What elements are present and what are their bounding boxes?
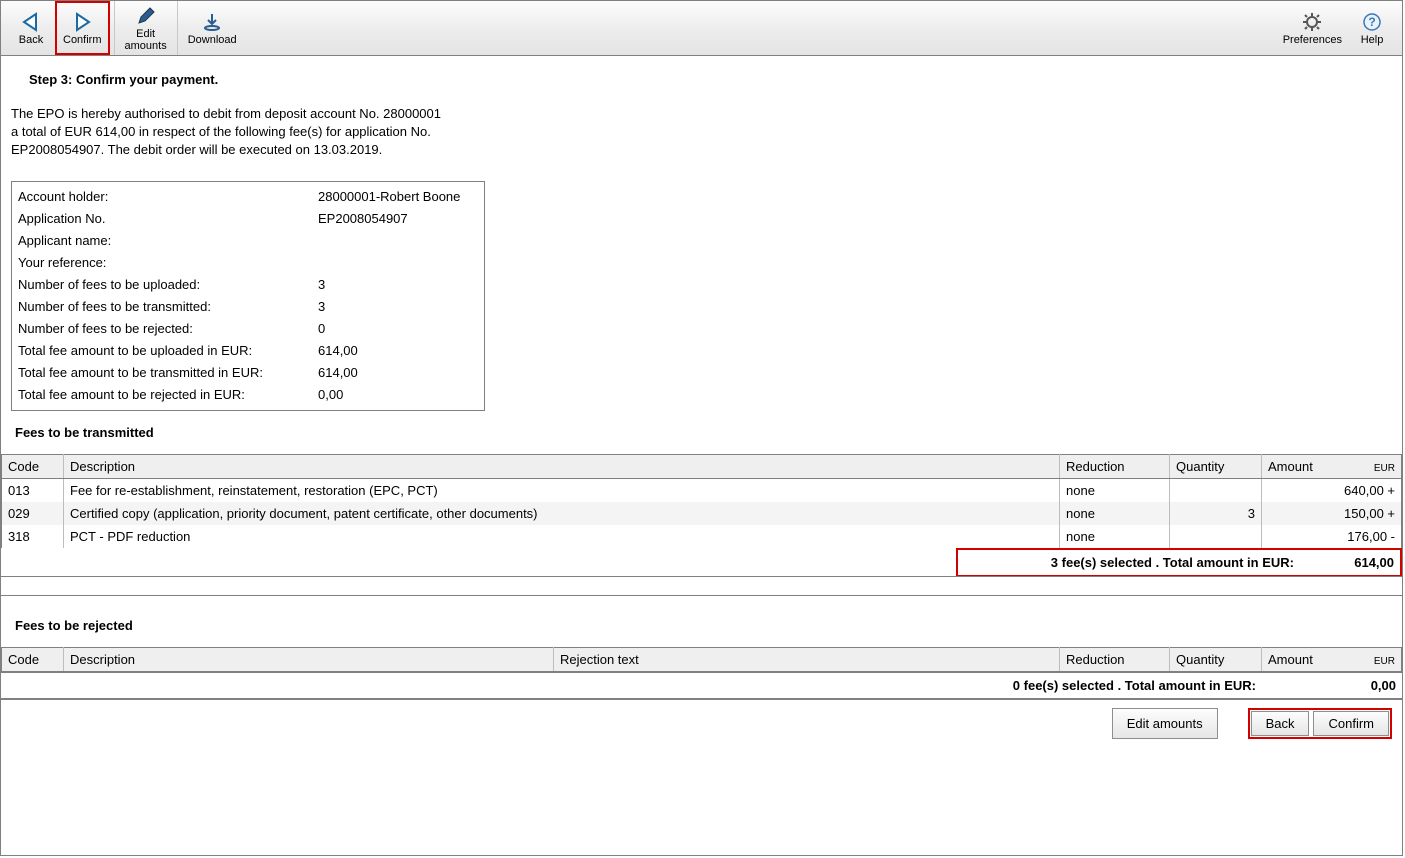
- cell-amount: 640,00 +: [1262, 479, 1402, 503]
- cell-code: 013: [2, 479, 64, 503]
- transmit-title: Fees to be transmitted: [15, 425, 1392, 440]
- help-icon: ?: [1362, 11, 1382, 33]
- download-button[interactable]: Download: [182, 1, 243, 55]
- detail-key: Applicant name:: [18, 230, 318, 252]
- col-amount: Amount EUR: [1262, 648, 1402, 672]
- cell-reduction: none: [1060, 525, 1170, 548]
- confirm-label: Confirm: [63, 34, 102, 46]
- cell-qty: 3: [1170, 502, 1262, 525]
- reject-total-label: 0 fee(s) selected . Total amount in EUR:: [7, 678, 1316, 693]
- col-amount: Amount EUR: [1262, 455, 1402, 479]
- col-reduction: Reduction: [1060, 455, 1170, 479]
- cell-reduction: none: [1060, 479, 1170, 503]
- download-icon: [202, 11, 222, 33]
- cell-qty: [1170, 479, 1262, 503]
- svg-text:?: ?: [1368, 15, 1375, 29]
- help-button[interactable]: ? Help: [1348, 1, 1396, 55]
- col-quantity: Quantity: [1170, 455, 1262, 479]
- toolbar-group-nav: Back Confirm: [3, 1, 115, 55]
- arrow-left-icon: [20, 11, 42, 33]
- confirm-footer-button[interactable]: Confirm: [1313, 711, 1389, 736]
- details-box: Account holder:28000001-Robert Boone App…: [11, 181, 485, 411]
- cell-qty: [1170, 525, 1262, 548]
- transmit-table: Code Description Reduction Quantity Amou…: [1, 454, 1402, 548]
- detail-value: 0,00: [318, 384, 343, 406]
- detail-key: Number of fees to be rejected:: [18, 318, 318, 340]
- detail-value: 3: [318, 274, 325, 296]
- arrow-right-icon: [71, 11, 93, 33]
- detail-key: Number of fees to be transmitted:: [18, 296, 318, 318]
- gear-icon: [1302, 11, 1322, 33]
- toolbar-group-edit: Edit amounts: [115, 1, 178, 55]
- cell-desc: Fee for re-establishment, reinstatement,…: [64, 479, 1060, 503]
- download-label: Download: [188, 34, 237, 46]
- toolbar: Back Confirm Edit amounts D: [1, 1, 1402, 56]
- detail-key: Application No.: [18, 208, 318, 230]
- detail-key: Total fee amount to be transmitted in EU…: [18, 362, 318, 384]
- table-row: 013 Fee for re-establishment, reinstatem…: [2, 479, 1402, 503]
- detail-key: Number of fees to be uploaded:: [18, 274, 318, 296]
- detail-value: 3: [318, 296, 325, 318]
- back-footer-button[interactable]: Back: [1251, 711, 1310, 736]
- pencil-icon: [136, 5, 156, 27]
- preferences-label: Preferences: [1283, 34, 1342, 46]
- detail-key: Total fee amount to be uploaded in EUR:: [18, 340, 318, 362]
- back-button[interactable]: Back: [7, 1, 55, 55]
- authorisation-text: The EPO is hereby authorised to debit fr…: [11, 105, 1392, 159]
- detail-value: 0: [318, 318, 325, 340]
- cell-code: 029: [2, 502, 64, 525]
- table-header-row: Code Description Rejection text Reductio…: [2, 648, 1402, 672]
- cell-amount: 150,00 +: [1262, 502, 1402, 525]
- reject-title: Fees to be rejected: [15, 618, 1392, 633]
- edit-amounts-button[interactable]: Edit amounts: [119, 1, 173, 55]
- transmit-total-label: 3 fee(s) selected . Total amount in EUR:: [964, 555, 1314, 570]
- cell-desc: Certified copy (application, priority do…: [64, 502, 1060, 525]
- toolbar-group-download: Download: [178, 1, 247, 55]
- cell-amount: 176,00 -: [1262, 525, 1402, 548]
- cell-reduction: none: [1060, 502, 1170, 525]
- cell-code: 318: [2, 525, 64, 548]
- detail-key: Total fee amount to be rejected in EUR:: [18, 384, 318, 406]
- toolbar-group-prefs: Preferences ? Help: [1273, 1, 1400, 55]
- col-description: Description: [64, 648, 554, 672]
- table-row: 318 PCT - PDF reduction none 176,00 -: [2, 525, 1402, 548]
- col-reduction: Reduction: [1060, 648, 1170, 672]
- footer-bar: Edit amounts Back Confirm: [1, 699, 1402, 747]
- reject-total-value: 0,00: [1316, 678, 1396, 693]
- preferences-button[interactable]: Preferences: [1277, 1, 1348, 55]
- detail-value: 614,00: [318, 362, 358, 384]
- reject-table: Code Description Rejection text Reductio…: [1, 647, 1402, 672]
- confirm-button-toolbar[interactable]: Confirm: [55, 1, 110, 55]
- edit-amounts-label: Edit amounts: [125, 28, 167, 52]
- detail-value: EP2008054907: [318, 208, 408, 230]
- col-code: Code: [2, 648, 64, 672]
- col-code: Code: [2, 455, 64, 479]
- transmit-total-value: 614,00: [1314, 555, 1394, 570]
- detail-value: 614,00: [318, 340, 358, 362]
- detail-key: Account holder:: [18, 186, 318, 208]
- col-rejection-text: Rejection text: [554, 648, 1060, 672]
- reject-total-row: 0 fee(s) selected . Total amount in EUR:…: [1, 672, 1402, 699]
- edit-amounts-footer-button[interactable]: Edit amounts: [1112, 708, 1218, 739]
- transmit-total-row: 3 fee(s) selected . Total amount in EUR:…: [956, 548, 1402, 577]
- table-header-row: Code Description Reduction Quantity Amou…: [2, 455, 1402, 479]
- help-label: Help: [1361, 34, 1384, 46]
- content-area: Step 3: Confirm your payment. The EPO is…: [1, 56, 1402, 855]
- detail-value: 28000001-Robert Boone: [318, 186, 460, 208]
- table-row: 029 Certified copy (application, priorit…: [2, 502, 1402, 525]
- app-window: Back Confirm Edit amounts D: [0, 0, 1403, 856]
- col-description: Description: [64, 455, 1060, 479]
- footer-highlight: Back Confirm: [1248, 708, 1392, 739]
- back-label: Back: [19, 34, 43, 46]
- cell-desc: PCT - PDF reduction: [64, 525, 1060, 548]
- detail-key: Your reference:: [18, 252, 318, 274]
- step-title: Step 3: Confirm your payment.: [29, 72, 1392, 87]
- col-quantity: Quantity: [1170, 648, 1262, 672]
